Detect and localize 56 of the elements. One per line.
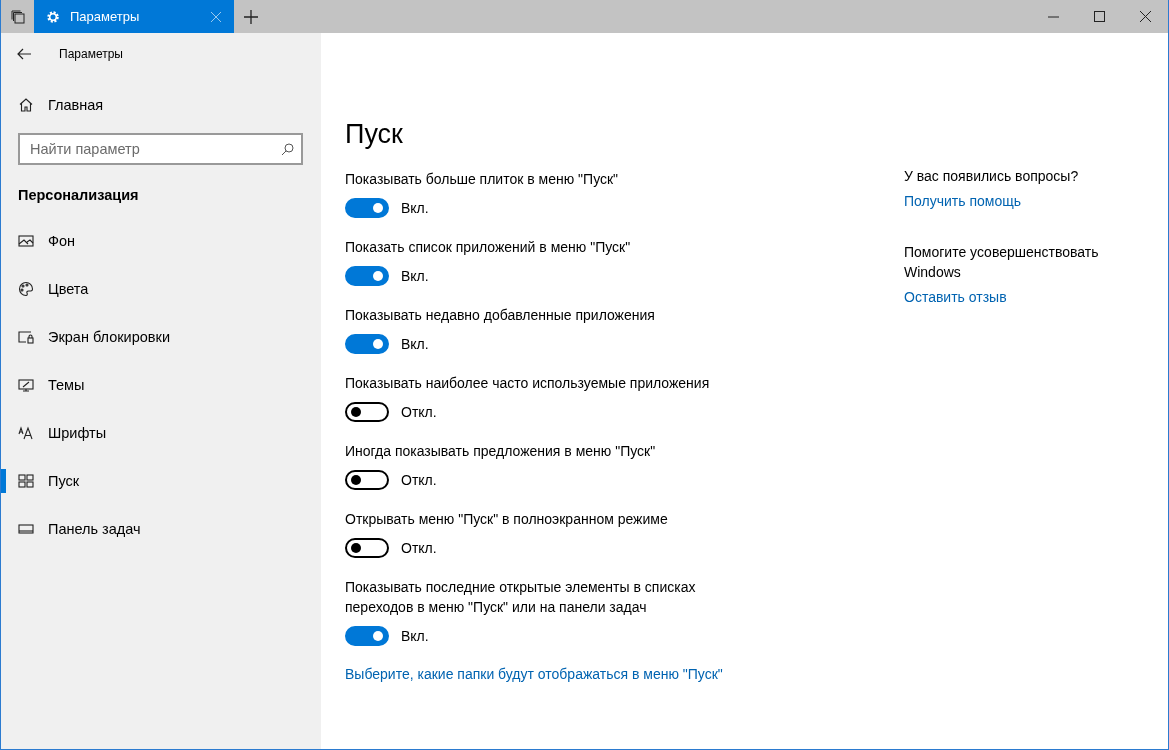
help-link[interactable]: Оставить отзыв [904, 289, 1007, 305]
help-heading: Помогите усовершенствовать Windows [904, 243, 1100, 282]
maximize-icon[interactable] [1093, 11, 1105, 22]
lock-screen-icon [18, 329, 34, 345]
toggle-state: Вкл. [401, 200, 429, 216]
toggle-switch[interactable] [345, 402, 389, 422]
nav-item[interactable]: Экран блокировки [1, 313, 321, 361]
page-title: Пуск [345, 119, 404, 150]
setting-label: Иногда показывать предложения в меню "Пуск" [345, 442, 657, 461]
nav-item[interactable]: Шрифты [1, 409, 321, 457]
nav-item[interactable]: Панель задач [1, 505, 321, 553]
toggle-switch[interactable] [345, 266, 389, 286]
toggle-state: Откл. [401, 540, 437, 556]
home-icon [19, 98, 33, 112]
folders-link[interactable]: Выберите, какие папки будут отображаться в меню "Пуск" [345, 666, 723, 682]
setting-label: Показать список приложений в меню "Пуск" [345, 238, 632, 257]
toggle-state: Вкл. [401, 628, 429, 644]
section-heading: Персонализация [17, 186, 140, 205]
settings-tab[interactable]: Параметры [34, 0, 234, 33]
tabs-icon[interactable] [10, 9, 25, 24]
toggle-switch[interactable] [345, 198, 389, 218]
picture-icon [18, 233, 34, 249]
help-heading: У вас появились вопросы? [904, 167, 1080, 186]
back-arrow-icon[interactable] [17, 48, 31, 60]
help-link[interactable]: Получить помощь [904, 193, 1021, 209]
palette-icon [18, 281, 34, 297]
toggle-switch[interactable] [345, 334, 389, 354]
nav-item[interactable]: Пуск [1, 457, 321, 505]
toggle-state: Вкл. [401, 336, 429, 352]
setting-label: Показывать последние открытые элементы в списках переходов в меню "Пуск" или на панели задач [345, 578, 697, 617]
tab-title: Параметры [70, 9, 141, 24]
nav-item[interactable]: Цвета [1, 265, 321, 313]
fonts-icon [18, 425, 34, 441]
plus-icon[interactable] [243, 9, 258, 24]
setting-label: Показывать наиболее часто используемые приложения [345, 374, 711, 393]
toggle-state: Откл. [401, 404, 437, 420]
taskbar-icon [18, 521, 34, 537]
nav-item[interactable]: Фон [1, 217, 321, 265]
gear-icon [46, 9, 60, 24]
app-title: Параметры [59, 47, 123, 61]
minimize-icon[interactable] [1047, 15, 1059, 18]
nav-item[interactable]: Темы [1, 361, 321, 409]
search-icon [281, 143, 294, 156]
toggle-state: Откл. [401, 472, 437, 488]
toggle-switch[interactable] [345, 470, 389, 490]
setting-label: Открывать меню "Пуск" в полноэкранном режиме [345, 510, 669, 529]
toggle-switch[interactable] [345, 538, 389, 558]
close-icon[interactable] [1139, 11, 1151, 22]
toggle-state: Вкл. [401, 268, 429, 284]
search-field[interactable]: Найти параметр [18, 133, 303, 165]
setting-label: Показывать недавно добавленные приложения [345, 306, 656, 325]
start-tiles-icon [18, 473, 34, 489]
setting-label: Показывать больше плиток в меню "Пуск" [345, 170, 620, 189]
themes-icon [18, 377, 34, 393]
home-nav-item[interactable]: Главная [1, 81, 321, 129]
toggle-switch[interactable] [345, 626, 389, 646]
